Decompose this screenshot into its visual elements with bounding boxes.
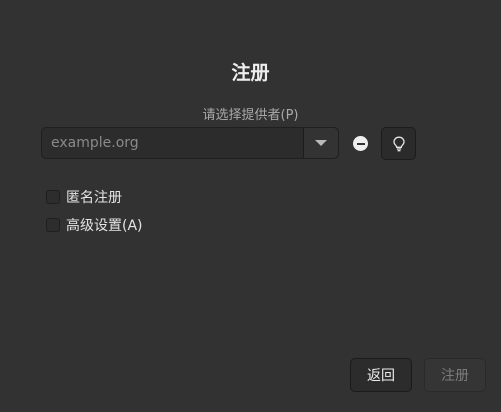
register-dialog: 注册 请选择提供者(P) 匿名注册 高级设置(A) 返回 注册 bbox=[0, 0, 501, 412]
provider-label: 请选择提供者(P) bbox=[202, 108, 299, 123]
provider-input[interactable] bbox=[42, 128, 303, 158]
chevron-down-icon bbox=[315, 140, 327, 146]
anonymous-registration-checkbox[interactable] bbox=[46, 190, 60, 204]
register-button[interactable]: 注册 bbox=[424, 358, 486, 392]
advanced-settings-option[interactable]: 高级设置(A) bbox=[46, 215, 143, 235]
remove-provider-button[interactable] bbox=[353, 136, 368, 151]
anonymous-registration-label: 匿名注册 bbox=[66, 190, 122, 206]
remove-icon bbox=[356, 142, 365, 145]
provider-dropdown-button[interactable] bbox=[303, 128, 338, 158]
anonymous-registration-option[interactable]: 匿名注册 bbox=[46, 187, 122, 207]
lightbulb-icon bbox=[392, 136, 405, 151]
provider-hint-button[interactable] bbox=[381, 127, 416, 160]
dialog-title: 注册 bbox=[231, 62, 270, 84]
advanced-settings-checkbox[interactable] bbox=[46, 218, 60, 232]
advanced-settings-label: 高级设置(A) bbox=[66, 218, 143, 234]
provider-combobox[interactable] bbox=[41, 127, 339, 159]
back-button[interactable]: 返回 bbox=[350, 358, 412, 392]
